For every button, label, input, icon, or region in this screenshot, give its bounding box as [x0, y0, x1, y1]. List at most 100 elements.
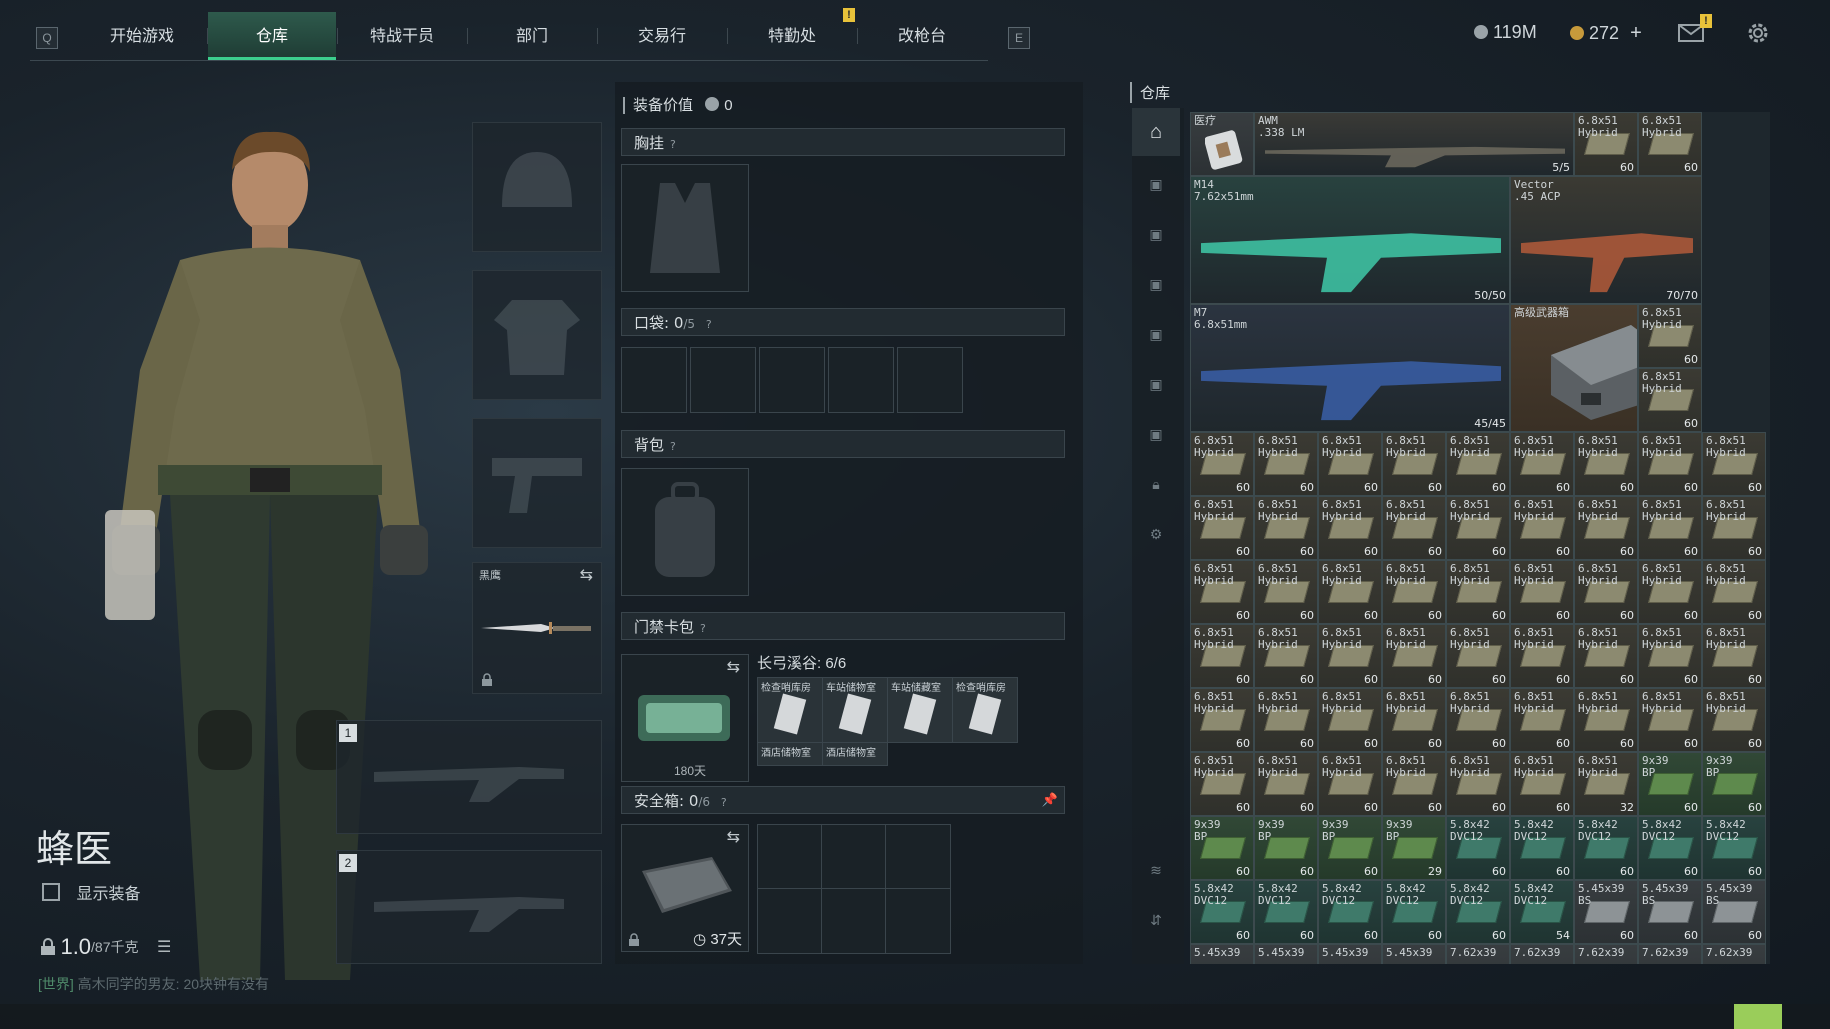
- ammo-item[interactable]: 6.8x51 Hybrid 60: [1190, 624, 1254, 688]
- show-equipment-toggle[interactable]: 显示装备: [42, 880, 140, 904]
- ammo-item[interactable]: 6.8x51 Hybrid 60: [1318, 560, 1382, 624]
- ammo-item[interactable]: 6.8x51 Hybrid 60: [1574, 688, 1638, 752]
- add-premium-button[interactable]: +: [1630, 22, 1642, 44]
- premium-balance[interactable]: 272 +: [1570, 22, 1642, 45]
- ammo-item[interactable]: 6.8x51 Hybrid 60: [1446, 624, 1510, 688]
- avatar[interactable]: [1734, 1004, 1782, 1029]
- ammo-item[interactable]: 5.8x42 DVC12 54: [1510, 880, 1574, 944]
- ammo-item[interactable]: 6.8x51 Hybrid 60: [1190, 688, 1254, 752]
- ammo-item[interactable]: 6.8x51 Hybrid 60: [1190, 432, 1254, 496]
- ammo-item[interactable]: 9x39 BP 60: [1702, 752, 1766, 816]
- warehouse-tab-4[interactable]: ▣: [1132, 310, 1180, 358]
- keycard-item[interactable]: 检查哨库房: [952, 677, 1018, 743]
- next-tab-key[interactable]: E: [1008, 27, 1030, 49]
- ammo-item[interactable]: 6.8x51 Hybrid 60: [1574, 496, 1638, 560]
- pocket-slot[interactable]: [621, 347, 687, 413]
- weapon-item[interactable]: AWM .338 LM 5/5: [1254, 112, 1574, 176]
- help-icon[interactable]: ?: [670, 440, 676, 453]
- lock-icon[interactable]: 🔒︎: [1132, 460, 1180, 508]
- ammo-item[interactable]: 6.8x51 Hybrid 60: [1638, 304, 1702, 368]
- ammo-item[interactable]: 6.8x51 Hybrid 60: [1574, 560, 1638, 624]
- gear-icon[interactable]: ⚙: [1132, 510, 1180, 558]
- ammo-item[interactable]: 7.62x39: [1510, 944, 1574, 964]
- ammo-item[interactable]: 6.8x51 Hybrid 60: [1254, 432, 1318, 496]
- ammo-item[interactable]: 6.8x51 Hybrid 60: [1702, 688, 1766, 752]
- ammo-item[interactable]: 5.8x42 DVC12 60: [1638, 816, 1702, 880]
- prev-tab-key[interactable]: Q: [36, 27, 58, 49]
- ammo-item[interactable]: 5.8x42 DVC12 60: [1190, 880, 1254, 944]
- ammo-item[interactable]: 5.45x39: [1254, 944, 1318, 964]
- ammo-item[interactable]: 6.8x51 Hybrid 60: [1510, 432, 1574, 496]
- swap-icon[interactable]: ⇆: [727, 827, 740, 847]
- ammo-item[interactable]: 6.8x51 Hybrid 60: [1510, 560, 1574, 624]
- pin-icon[interactable]: 📌: [1042, 787, 1058, 815]
- keycard-item[interactable]: 车站储物室: [822, 677, 888, 743]
- weapon-case-item[interactable]: 高级武器箱: [1510, 304, 1638, 432]
- ammo-item[interactable]: 6.8x51 Hybrid 60: [1638, 688, 1702, 752]
- ammo-item[interactable]: 6.8x51 Hybrid 60: [1638, 560, 1702, 624]
- ammo-item[interactable]: 6.8x51 Hybrid 60: [1318, 624, 1382, 688]
- weapon-item[interactable]: M14 7.62x51mm 50/50: [1190, 176, 1510, 304]
- ammo-item[interactable]: 9x39 BP 60: [1638, 752, 1702, 816]
- primary-weapon-slot-1[interactable]: 1: [336, 720, 602, 834]
- ammo-item[interactable]: 6.8x51 Hybrid 60: [1702, 624, 1766, 688]
- ammo-item[interactable]: 6.8x51 Hybrid 60: [1510, 752, 1574, 816]
- keycard-item[interactable]: 酒店储物室: [822, 742, 888, 766]
- ammo-item[interactable]: 5.45x39: [1382, 944, 1446, 964]
- medkit-item[interactable]: 医疗: [1190, 112, 1254, 176]
- ammo-item[interactable]: 6.8x51 Hybrid 60: [1574, 432, 1638, 496]
- help-icon[interactable]: ?: [721, 796, 727, 809]
- ammo-item[interactable]: 6.8x51 Hybrid 60: [1702, 432, 1766, 496]
- tab-4[interactable]: 交易行: [598, 12, 726, 60]
- backpack-slot[interactable]: [621, 468, 749, 596]
- sort-icon[interactable]: ⇵: [1132, 896, 1180, 944]
- ammo-item[interactable]: 5.8x42 DVC12 60: [1446, 880, 1510, 944]
- warehouse-tab-2[interactable]: ▣: [1132, 210, 1180, 258]
- show-equipment-checkbox[interactable]: [42, 883, 60, 901]
- ammo-item[interactable]: 6.8x51 Hybrid 60: [1702, 496, 1766, 560]
- ammo-item[interactable]: 6.8x51 Hybrid 60: [1702, 560, 1766, 624]
- ammo-item[interactable]: 7.62x39: [1702, 944, 1766, 964]
- ammo-item[interactable]: 6.8x51 Hybrid 60: [1510, 496, 1574, 560]
- ammo-item[interactable]: 6.8x51 Hybrid 60: [1318, 752, 1382, 816]
- tab-5[interactable]: 特勤处: [728, 12, 856, 60]
- ammo-item[interactable]: 6.8x51 Hybrid 60: [1638, 432, 1702, 496]
- ammo-item[interactable]: 6.8x51 Hybrid 60: [1254, 624, 1318, 688]
- pocket-slot[interactable]: [828, 347, 894, 413]
- chat-message[interactable]: [世界] 高木同学的男友: 20块钟有没有: [38, 974, 269, 994]
- warehouse-tab-1[interactable]: ▣: [1132, 160, 1180, 208]
- ammo-item[interactable]: 6.8x51 Hybrid 60: [1446, 432, 1510, 496]
- ammo-item[interactable]: 6.8x51 Hybrid 60: [1382, 624, 1446, 688]
- coin-balance[interactable]: 119M: [1474, 22, 1537, 43]
- ammo-item[interactable]: 5.45x39: [1190, 944, 1254, 964]
- ammo-item[interactable]: 7.62x39: [1446, 944, 1510, 964]
- ammo-item[interactable]: 5.8x42 DVC12 60: [1510, 816, 1574, 880]
- ammo-item[interactable]: 9x39 BP 60: [1254, 816, 1318, 880]
- tab-3[interactable]: 部门: [468, 12, 596, 60]
- ammo-item[interactable]: 6.8x51 Hybrid 60: [1382, 496, 1446, 560]
- ammo-item[interactable]: 5.45x39 BS 60: [1638, 880, 1702, 944]
- layers-icon[interactable]: ≋: [1132, 846, 1180, 894]
- pocket-slot[interactable]: [759, 347, 825, 413]
- ammo-item[interactable]: 6.8x51 Hybrid 60: [1190, 560, 1254, 624]
- ammo-item[interactable]: 5.8x42 DVC12 60: [1254, 880, 1318, 944]
- swap-icon[interactable]: ⇆: [580, 565, 593, 585]
- ammo-item[interactable]: 6.8x51 Hybrid 60: [1638, 624, 1702, 688]
- ammo-item[interactable]: 6.8x51 Hybrid 60: [1446, 560, 1510, 624]
- ammo-item[interactable]: 6.8x51 Hybrid 60: [1254, 688, 1318, 752]
- warehouse-grid[interactable]: 医疗 AWM .338 LM 5/5 M14 7.62x51mm 50/50 Vecto…: [1190, 112, 1770, 964]
- ammo-item[interactable]: 6.8x51 Hybrid 60: [1318, 432, 1382, 496]
- ammo-item[interactable]: 9x39 BP 29: [1382, 816, 1446, 880]
- pocket-slot[interactable]: [897, 347, 963, 413]
- ammo-item[interactable]: 6.8x51 Hybrid 60: [1382, 752, 1446, 816]
- ammo-item[interactable]: 6.8x51 Hybrid 60: [1510, 688, 1574, 752]
- keycard-item[interactable]: 酒店储物室: [757, 742, 823, 766]
- warehouse-all-tab[interactable]: ⌂: [1132, 108, 1180, 156]
- melee-slot[interactable]: 黑鹰 ⇆: [472, 562, 602, 694]
- ammo-item[interactable]: 6.8x51 Hybrid 60: [1190, 496, 1254, 560]
- ammo-item[interactable]: 5.8x42 DVC12 60: [1574, 816, 1638, 880]
- ammo-item[interactable]: 6.8x51 Hybrid 60: [1254, 752, 1318, 816]
- ammo-item[interactable]: 6.8x51 Hybrid 60: [1254, 560, 1318, 624]
- warehouse-tab-5[interactable]: ▣: [1132, 360, 1180, 408]
- ammo-item[interactable]: 6.8x51 Hybrid 60: [1446, 496, 1510, 560]
